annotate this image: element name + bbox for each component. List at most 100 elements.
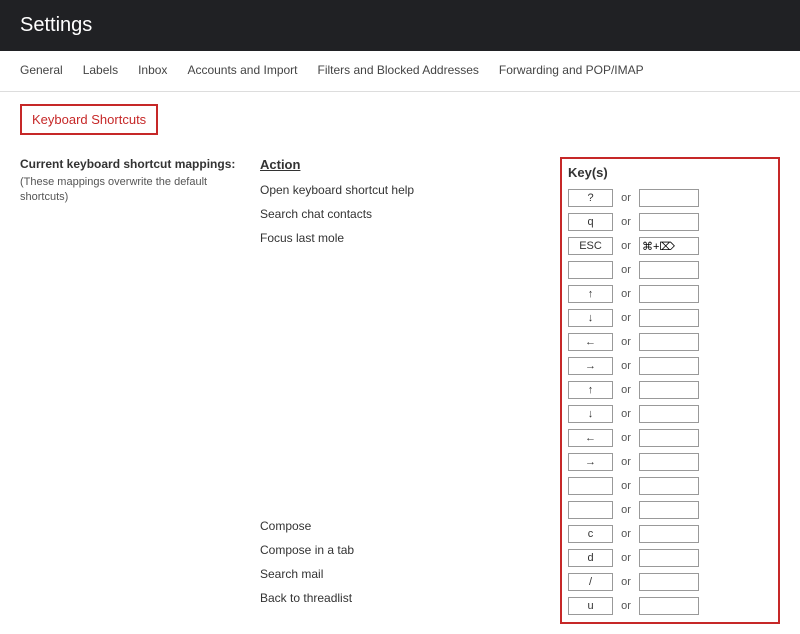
tab-general[interactable]: General [10,51,73,92]
key-box-10: ← [568,429,613,447]
key-input-3[interactable] [639,261,699,279]
key-box-3 [568,261,613,279]
key-box-17: u [568,597,613,615]
key-box-4: ↑ [568,285,613,303]
key-row-0: ? or [568,186,772,210]
action-row [260,394,520,418]
key-row-13: or [568,498,772,522]
key-input-2[interactable] [639,237,699,255]
action-row: Search chat contacts [260,202,520,226]
left-panel: Current keyboard shortcut mappings: (The… [20,157,240,624]
key-box-6: ← [568,333,613,351]
left-panel-subtitle: (These mappings overwrite the default sh… [20,175,240,206]
or-8: or [617,384,635,396]
key-row-11: → or [568,450,772,474]
action-row-compose-tab: Compose in a tab [260,538,520,562]
content-area: Current keyboard shortcut mappings: (The… [0,147,800,634]
key-box-9: ↓ [568,405,613,423]
action-column: Action Open keyboard shortcut help Searc… [260,157,540,624]
key-row-1: q or [568,210,772,234]
action-row-back: Back to threadlist [260,586,520,610]
title-bar: Settings [0,0,800,51]
key-box-11: → [568,453,613,471]
or-6: or [617,336,635,348]
section-header: Keyboard Shortcuts [0,92,800,147]
or-4: or [617,288,635,300]
nav-tabs: General Labels Inbox Accounts and Import… [0,51,800,92]
or-17: or [617,600,635,612]
keys-header: Key(s) [568,163,772,182]
action-row [260,490,520,514]
key-input-0[interactable] [639,189,699,207]
key-box-15: d [568,549,613,567]
key-row-10: ← or [568,426,772,450]
action-row [260,298,520,322]
key-input-7[interactable] [639,357,699,375]
key-input-10[interactable] [639,429,699,447]
key-input-17[interactable] [639,597,699,615]
key-row-17: u or [568,594,772,618]
tab-filters[interactable]: Filters and Blocked Addresses [308,51,489,92]
action-row [260,466,520,490]
key-row-5: ↓ or [568,306,772,330]
key-row-12: or [568,474,772,498]
key-row-8: ↑ or [568,378,772,402]
or-14: or [617,528,635,540]
key-box-16: / [568,573,613,591]
or-3: or [617,264,635,276]
keyboard-shortcuts-tab[interactable]: Keyboard Shortcuts [20,104,158,135]
action-row-compose: Compose [260,514,520,538]
key-box-1: q [568,213,613,231]
or-9: or [617,408,635,420]
or-13: or [617,504,635,516]
key-input-8[interactable] [639,381,699,399]
action-row [260,442,520,466]
key-input-5[interactable] [639,309,699,327]
action-row [260,250,520,274]
or-5: or [617,312,635,324]
key-input-12[interactable] [639,477,699,495]
key-input-15[interactable] [639,549,699,567]
or-11: or [617,456,635,468]
key-row-14: c or [568,522,772,546]
or-1: or [617,216,635,228]
key-box-8: ↑ [568,381,613,399]
key-input-16[interactable] [639,573,699,591]
action-row [260,346,520,370]
key-box-0: ? [568,189,613,207]
action-row-search-mail: Search mail [260,562,520,586]
key-row-2: ESC or [568,234,772,258]
key-input-9[interactable] [639,405,699,423]
action-row: Open keyboard shortcut help [260,178,520,202]
key-row-7: → or [568,354,772,378]
tab-accounts[interactable]: Accounts and Import [177,51,307,92]
key-input-6[interactable] [639,333,699,351]
tab-labels[interactable]: Labels [73,51,128,92]
or-12: or [617,480,635,492]
key-input-13[interactable] [639,501,699,519]
key-input-14[interactable] [639,525,699,543]
key-input-4[interactable] [639,285,699,303]
key-box-12 [568,477,613,495]
key-row-16: / or [568,570,772,594]
action-row [260,370,520,394]
key-row-4: ↑ or [568,282,772,306]
or-15: or [617,552,635,564]
keys-section: Key(s) ? or q or ESC or or ↑ or [560,157,780,624]
key-input-11[interactable] [639,453,699,471]
left-panel-title: Current keyboard shortcut mappings: [20,157,240,171]
tab-inbox[interactable]: Inbox [128,51,177,92]
key-row-6: ← or [568,330,772,354]
key-box-2: ESC [568,237,613,255]
action-row: Focus last mole [260,226,520,250]
tab-forwarding[interactable]: Forwarding and POP/IMAP [489,51,654,92]
key-row-9: ↓ or [568,402,772,426]
action-col-header: Action [260,157,520,172]
action-row [260,418,520,442]
or-16: or [617,576,635,588]
key-input-1[interactable] [639,213,699,231]
or-10: or [617,432,635,444]
action-row [260,322,520,346]
action-row [260,274,520,298]
key-box-5: ↓ [568,309,613,327]
